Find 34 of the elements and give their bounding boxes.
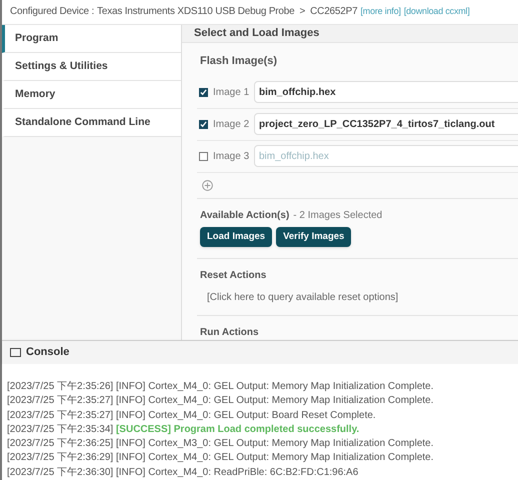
add-icon[interactable] [202, 180, 213, 191]
log-line: [2023/7/25 下午2:36:29] [INFO] Cortex_M4_0: GEL Output: Memory Map Initialization Complete. [7, 451, 434, 466]
header-label: Configured Device : [10, 5, 94, 20]
section-title: Available Action(s) [200, 208, 290, 223]
checkbox[interactable] [199, 152, 208, 161]
log-line: [2023/7/25 下午2:35:26] [INFO] Cortex_M4_0: GEL Output: Memory Map Initialization Complete. [7, 380, 434, 394]
image-path-field[interactable]: bim_offchip.hex [254, 145, 518, 168]
window-icon [10, 348, 21, 357]
console-title: Console [26, 345, 70, 360]
section-title: Reset Actions [200, 268, 268, 283]
log-line: [2023/7/25 下午2:36:25] [INFO] Cortex_M3_0: GEL Output: Memory Map Initialization Complete. [7, 437, 434, 452]
log-line: [2023/7/25 下午2:35:34] [SUCCESS] Program Load completed successfully. [7, 422, 360, 437]
sidebar-item[interactable]: Standalone Command Line [2, 108, 181, 137]
image-label: Image 3 [213, 150, 250, 164]
image-label: Image 2 [213, 118, 250, 132]
section-title: Flash Image(s) [199, 54, 278, 70]
image-label: Image 1 [213, 86, 250, 100]
log-line: [2023/7/25 下午2:35:27] [INFO] Cortex_M4_0: GEL Output: Memory Map Initialization Complete. [7, 394, 434, 408]
log-line: [2023/7/25 下午2:36:30] [INFO] Cortex_M4_0: ReadPriBle: 6C:B2:FD:C1:96:A6 [7, 466, 360, 480]
breadcrumb-separator: > [298, 5, 306, 20]
log-line: [2023/7/25 下午2:35:27] [INFO] Cortex_M4_0: GEL Output: Board Reset Complete. [7, 408, 377, 423]
action-button[interactable]: Verify Images [276, 226, 352, 247]
device-name: Texas Instruments XDS110 USB Debug Probe [97, 5, 295, 20]
panel-title: Select and Load Images [182, 24, 518, 44]
reset-query-link[interactable]: [Click here to query available reset options] [200, 290, 518, 305]
sidebar-item[interactable]: Settings & Utilities [2, 52, 181, 81]
section-title: Run Actions [199, 326, 260, 340]
image-path-field[interactable]: project_zero_LP_CC1352P7_4_tirtos7_ticlang.out [254, 113, 518, 136]
target-name: CC2652P7 [310, 5, 358, 20]
image-path-field[interactable]: bim_offchip.hex [254, 81, 518, 104]
action-button[interactable]: Load Images [200, 226, 272, 247]
selection-count: - 2 Images Selected [293, 208, 382, 223]
sidebar-item[interactable]: Memory [2, 80, 181, 109]
sidebar-item[interactable]: Program [2, 24, 181, 53]
